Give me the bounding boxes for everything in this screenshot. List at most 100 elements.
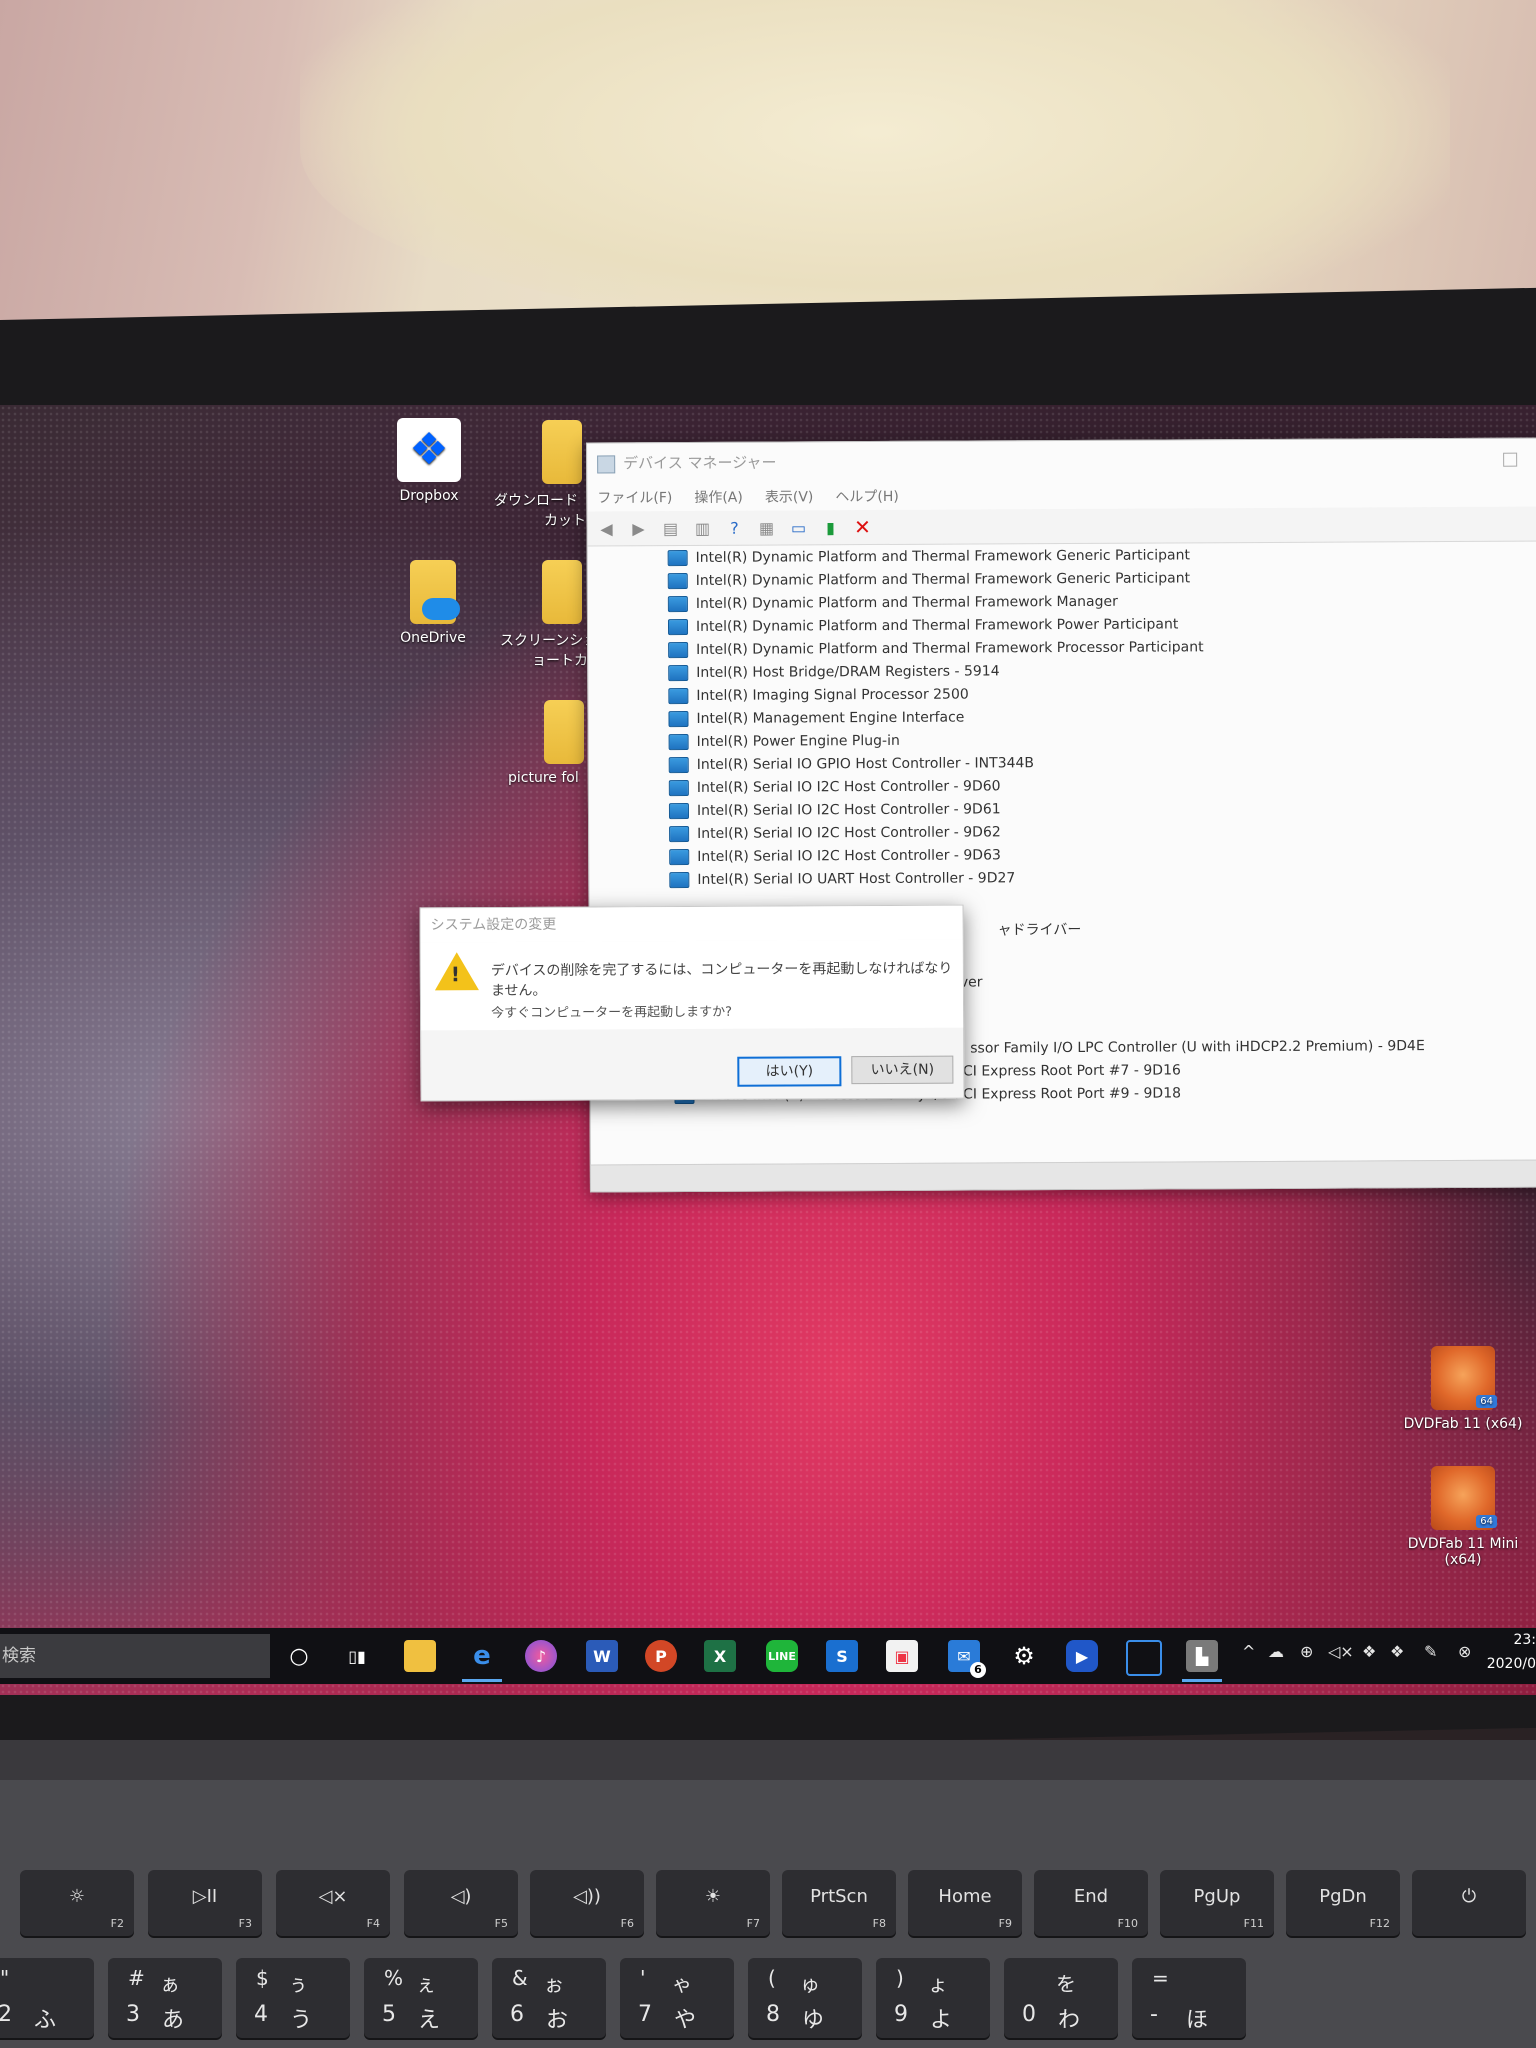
onedrive-shortcut[interactable]: OneDrive: [378, 560, 488, 646]
end-key[interactable]: End F10: [1034, 1870, 1148, 1936]
key-2[interactable]: " 2 ふ: [0, 1958, 94, 2038]
scan-hardware-icon[interactable]: ▭: [787, 516, 809, 538]
home-key[interactable]: Home F9: [908, 1870, 1022, 1936]
key-3[interactable]: # ぁ 3 あ: [108, 1958, 222, 2038]
notification-icon[interactable]: ⊗: [1458, 1642, 1471, 1661]
dialog-question: 今すぐコンピューターを再起動しますか?: [491, 1004, 732, 1022]
restart-dialog[interactable]: システム設定の変更 ! デバイスの削除を完了するには、コンピューターを再起動しな…: [419, 904, 965, 1102]
backlight-key[interactable]: ☀ F7: [656, 1870, 770, 1936]
power-key[interactable]: ⏻: [1412, 1870, 1526, 1936]
no-button[interactable]: いいえ(N): [851, 1055, 954, 1085]
maximize-icon[interactable]: [1503, 452, 1518, 467]
device-item-partial[interactable]: ャドライバー: [998, 918, 1082, 940]
task-view-icon[interactable]: ▯▮: [341, 1640, 373, 1672]
device-manager-taskbar-icon[interactable]: ▙: [1182, 1640, 1222, 1682]
excel-icon[interactable]: X: [704, 1640, 736, 1672]
device-item[interactable]: Intel(R) Serial IO GPIO Host Controller …: [668, 752, 1034, 776]
line-icon[interactable]: LINE: [766, 1640, 798, 1672]
device-item[interactable]: Intel(R) Dynamic Platform and Thermal Fr…: [667, 544, 1190, 569]
background-room: [0, 0, 1536, 340]
uninstall-device-icon[interactable]: ✕: [851, 515, 873, 539]
device-item[interactable]: Intel(R) Power Engine Plug-in: [668, 730, 900, 753]
warning-icon-mark: !: [450, 962, 461, 987]
show-hidden-icons-chevron-icon[interactable]: ^: [1242, 1642, 1255, 1661]
show-hidden-icon[interactable]: ▥: [691, 517, 713, 539]
brightness-down-key[interactable]: ☼ F2: [20, 1870, 134, 1936]
dvdfab-icon: 64: [1431, 1346, 1497, 1410]
key-8[interactable]: (ゅ 8 ゆ: [748, 1958, 862, 2038]
clock-date[interactable]: 2020/0: [1487, 1656, 1536, 1672]
settings-gear-icon[interactable]: ⚙: [1008, 1640, 1040, 1672]
menu-help[interactable]: ヘルプ(H): [835, 486, 899, 506]
device-icon: [668, 733, 689, 751]
mute-key[interactable]: ◁× F4: [276, 1870, 390, 1936]
key-4[interactable]: $ ぅ 4 う: [236, 1958, 350, 2038]
device-item[interactable]: Intel(R) Serial IO I2C Host Controller -…: [668, 798, 1001, 822]
downloads-shortcut[interactable]: ダウンロード カット: [494, 420, 586, 530]
onedrive-cloud-icon[interactable]: ☁: [1268, 1642, 1284, 1661]
picture-folder-shortcut[interactable]: picture fol: [500, 700, 590, 786]
properties-icon[interactable]: ▤: [659, 517, 681, 539]
key-5[interactable]: % ぇ 5 え: [364, 1958, 478, 2038]
word-icon[interactable]: W: [586, 1640, 618, 1672]
clock-time[interactable]: 23:: [1513, 1632, 1536, 1648]
device-item[interactable]: Intel(R) Serial IO I2C Host Controller -…: [669, 821, 1001, 845]
search-box[interactable]: 検索: [0, 1634, 270, 1678]
window-titlebar[interactable]: デバイス マネージャー: [587, 438, 1536, 483]
desktop-icon-label: ョートカ: [532, 653, 588, 669]
device-item[interactable]: ssor Family I/O LPC Controller (U with i…: [970, 1035, 1425, 1059]
key-minus[interactable]: = - ほ: [1132, 1958, 1246, 2038]
back-arrow-icon[interactable]: ◀: [595, 517, 617, 539]
device-item[interactable]: Intel(R) Dynamic Platform and Thermal Fr…: [667, 567, 1190, 592]
language-globe-icon[interactable]: ⊕: [1300, 1642, 1313, 1661]
app-s-icon[interactable]: S: [826, 1640, 858, 1672]
help-icon[interactable]: ?: [723, 517, 745, 539]
enable-device-icon[interactable]: ▮: [819, 516, 841, 538]
device-item[interactable]: Intel(R) Dynamic Platform and Thermal Fr…: [667, 613, 1178, 638]
device-item[interactable]: Intel(R) Serial IO I2C Host Controller -…: [668, 775, 1001, 799]
dvdfab-mini-shortcut[interactable]: 64 DVDFab 11 Mini (x64): [1398, 1466, 1528, 1568]
device-item[interactable]: Intel(R) Serial IO UART Host Controller …: [669, 867, 1015, 891]
menu-view[interactable]: 表示(V): [765, 486, 814, 506]
menu-action[interactable]: 操作(A): [694, 487, 743, 507]
device-item[interactable]: Intel(R) Serial IO I2C Host Controller -…: [669, 844, 1001, 868]
video-player-icon[interactable]: ▶: [1066, 1640, 1098, 1672]
edge-browser-icon[interactable]: e: [462, 1640, 502, 1682]
dropbox-shortcut[interactable]: ❖ Dropbox: [374, 418, 484, 504]
key-9[interactable]: ) ょ 9 よ: [876, 1958, 990, 2038]
key-7[interactable]: ' ゃ 7 や: [620, 1958, 734, 2038]
device-item[interactable]: Intel(R) Dynamic Platform and Thermal Fr…: [668, 636, 1204, 661]
screenshots-shortcut[interactable]: スクリーンショ ョートカ: [500, 560, 597, 670]
dropbox-tray-icon-2[interactable]: ❖: [1390, 1642, 1404, 1661]
key-0[interactable]: を0わ: [1004, 1958, 1118, 2038]
dropbox-tray-icon[interactable]: ❖: [1362, 1642, 1376, 1661]
itunes-icon[interactable]: ♪: [525, 1640, 557, 1672]
key-6[interactable]: & ぉ 6 お: [492, 1958, 606, 2038]
play-pause-key[interactable]: ▷II F3: [148, 1870, 262, 1936]
volume-muted-icon[interactable]: ◁×: [1328, 1642, 1354, 1661]
yes-button[interactable]: はい(Y): [737, 1056, 842, 1087]
dvdfab-shortcut[interactable]: 64 DVDFab 11 (x64): [1398, 1346, 1528, 1432]
menu-file[interactable]: ファイル(F): [597, 487, 672, 507]
pgup-key[interactable]: PgUp F11: [1160, 1870, 1274, 1936]
forward-arrow-icon[interactable]: ▶: [627, 517, 649, 539]
prtscn-key[interactable]: PrtScn F8: [782, 1870, 896, 1936]
desktop-icon-label: (x64): [1444, 1552, 1482, 1568]
cortana-icon[interactable]: ○: [283, 1640, 315, 1672]
device-icon: [668, 756, 689, 774]
pen-icon[interactable]: ✎: [1424, 1642, 1437, 1661]
mail-icon[interactable]: ✉ 6: [948, 1640, 986, 1678]
window-app-icon[interactable]: [1126, 1640, 1162, 1676]
device-item[interactable]: Intel(R) Imaging Signal Processor 2500: [668, 684, 969, 708]
device-item[interactable]: Intel(R) Dynamic Platform and Thermal Fr…: [667, 591, 1118, 615]
volume-down-key[interactable]: ◁) F5: [404, 1870, 518, 1936]
store-icon[interactable]: ▣: [886, 1640, 918, 1672]
device-item[interactable]: Intel(R) Management Engine Interface: [668, 707, 964, 731]
device-item[interactable]: Intel(R) Host Bridge/DRAM Registers - 59…: [668, 660, 1000, 684]
file-explorer-icon[interactable]: [404, 1640, 436, 1672]
powerpoint-icon[interactable]: P: [645, 1640, 677, 1672]
pgdn-key[interactable]: PgDn F12: [1286, 1870, 1400, 1936]
device-icon: [668, 802, 690, 820]
update-driver-icon[interactable]: ▦: [755, 517, 777, 539]
volume-up-key[interactable]: ◁)) F6: [530, 1870, 644, 1936]
